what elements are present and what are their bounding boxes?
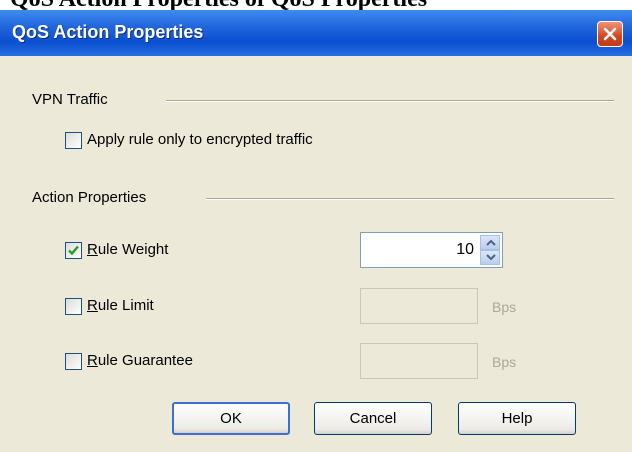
spin-up-button[interactable] bbox=[480, 235, 500, 250]
vpn-traffic-group-label: VPN Traffic bbox=[32, 91, 108, 108]
action-properties-group-label: Action Properties bbox=[32, 189, 147, 206]
qos-action-properties-dialog: QoS Action Properties VPN Traffic Apply … bbox=[0, 10, 632, 452]
dialog-title: QoS Action Properties bbox=[12, 22, 204, 42]
apply-encrypted-label[interactable]: Apply rule only to encrypted traffic bbox=[87, 131, 313, 148]
chevron-down-icon bbox=[486, 254, 496, 261]
rule-weight-checkbox[interactable] bbox=[65, 242, 82, 259]
chevron-up-icon bbox=[486, 239, 496, 246]
rule-guarantee-label[interactable]: Rule Guarantee bbox=[87, 352, 193, 369]
cancel-button[interactable]: Cancel bbox=[314, 402, 432, 435]
vpn-traffic-separator bbox=[166, 100, 614, 102]
close-x-icon bbox=[603, 27, 617, 41]
close-button[interactable] bbox=[597, 21, 623, 47]
apply-encrypted-checkbox[interactable] bbox=[65, 132, 82, 149]
rule-guarantee-label-rest: ule Guarantee bbox=[97, 352, 193, 369]
rule-weight-value[interactable]: 10 bbox=[456, 241, 474, 259]
rule-guarantee-unit: Bps bbox=[492, 354, 517, 370]
rule-weight-label-rest: ule Weight bbox=[97, 241, 169, 258]
rule-limit-label-rest: ule Limit bbox=[97, 297, 154, 314]
ok-button[interactable]: OK bbox=[172, 402, 290, 435]
action-properties-separator bbox=[206, 198, 614, 200]
rule-guarantee-checkbox[interactable] bbox=[65, 353, 82, 370]
help-button[interactable]: Help bbox=[458, 402, 576, 435]
rule-limit-input[interactable] bbox=[360, 288, 478, 324]
dialog-body: VPN Traffic Apply rule only to encrypted… bbox=[4, 56, 624, 452]
rule-limit-label[interactable]: Rule Limit bbox=[87, 297, 154, 314]
rule-guarantee-input[interactable] bbox=[360, 343, 478, 379]
rule-limit-unit: Bps bbox=[492, 299, 517, 315]
rule-weight-spinbox[interactable]: 10 bbox=[360, 232, 503, 268]
rule-limit-checkbox[interactable] bbox=[65, 298, 82, 315]
checkmark-icon bbox=[68, 245, 79, 256]
rule-weight-spin-buttons bbox=[480, 235, 500, 265]
title-bar[interactable]: QoS Action Properties bbox=[0, 10, 632, 56]
spin-down-button[interactable] bbox=[480, 250, 500, 265]
rule-weight-label[interactable]: Rule Weight bbox=[87, 241, 168, 258]
